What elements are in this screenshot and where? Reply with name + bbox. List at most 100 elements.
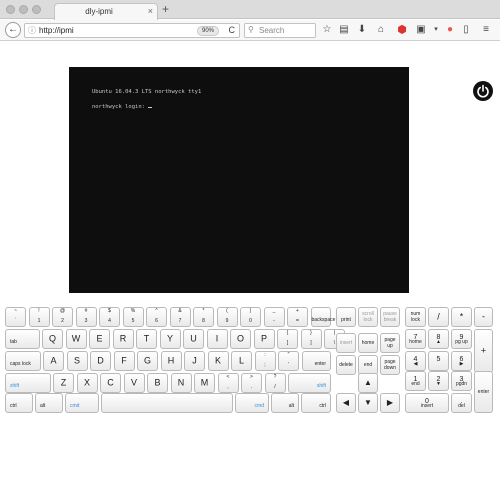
num-enter-key[interactable]: enter: [474, 371, 493, 413]
arrow-down-key[interactable]: ▼: [358, 393, 378, 413]
num-4-key[interactable]: 4 ◀: [405, 351, 426, 371]
home-key[interactable]: home: [358, 333, 378, 353]
key-t[interactable]: T: [136, 329, 157, 349]
key-s[interactable]: S: [66, 351, 88, 371]
arrow-right-key[interactable]: ▶: [380, 393, 400, 413]
num-2-key[interactable]: 2 ▼: [428, 371, 449, 391]
hamburger-menu-icon[interactable]: ≡: [480, 24, 492, 36]
alt-left-key[interactable]: alt: [35, 393, 63, 413]
num-7-key[interactable]: 7 home: [405, 329, 426, 349]
backspace-key[interactable]: backspace: [310, 307, 335, 327]
space-key[interactable]: [101, 393, 233, 413]
key-d[interactable]: D: [90, 351, 111, 371]
num-lock-key[interactable]: num lock: [405, 307, 426, 327]
key-sym-1[interactable]: >.: [241, 373, 262, 393]
page-up-key[interactable]: page up: [380, 333, 400, 353]
key-3[interactable]: #3: [75, 307, 97, 327]
color-extension-icon[interactable]: ●: [444, 24, 456, 36]
key-a[interactable]: A: [43, 351, 64, 371]
num-5-key[interactable]: 5: [428, 351, 449, 371]
search-input[interactable]: Search: [259, 26, 284, 35]
key-h[interactable]: H: [160, 351, 182, 371]
key-punct-1[interactable]: " ': [278, 351, 299, 371]
key--[interactable]: _ -: [263, 307, 285, 327]
key-p[interactable]: P: [253, 329, 275, 349]
close-window-button[interactable]: [6, 5, 15, 14]
key-`[interactable]: ~ `: [5, 307, 26, 327]
key-l[interactable]: L: [231, 351, 252, 371]
print-key[interactable]: print: [336, 307, 356, 327]
num-plus-key[interactable]: +: [474, 329, 493, 373]
key-k[interactable]: K: [207, 351, 229, 371]
close-icon[interactable]: ×: [148, 6, 153, 16]
num-0-key[interactable]: 0 insert: [405, 393, 449, 413]
delete-key[interactable]: delete: [336, 355, 356, 375]
url-bar[interactable]: ⓘ http://ipmi 90% C: [24, 23, 240, 38]
shift-left-key[interactable]: shift: [5, 373, 51, 393]
key-5[interactable]: % 5: [122, 307, 144, 327]
num-6-key[interactable]: 6 ▶: [451, 351, 472, 371]
extension-icon[interactable]: ▣: [415, 24, 427, 36]
download-icon[interactable]: ⬇: [356, 24, 368, 36]
home-icon[interactable]: ⌂: [375, 24, 387, 36]
cmd-right-key[interactable]: cmd: [235, 393, 269, 413]
minimize-window-button[interactable]: [19, 5, 28, 14]
key-bracket-1[interactable]: }]: [300, 329, 322, 349]
key-o[interactable]: O: [230, 329, 251, 349]
enter-key[interactable]: enter: [301, 351, 331, 371]
tab-key[interactable]: tab: [5, 329, 40, 349]
pause-break-key[interactable]: pause break: [380, 307, 400, 327]
key-z[interactable]: Z: [53, 373, 74, 393]
key-v[interactable]: V: [123, 373, 145, 393]
key-e[interactable]: E: [89, 329, 110, 349]
browser-tab[interactable]: dly-ipmi ×: [54, 3, 158, 20]
key-6[interactable]: ^ 6: [146, 307, 167, 327]
num-1-key[interactable]: 1 end: [405, 371, 426, 391]
key-bracket-0[interactable]: {[: [277, 329, 298, 349]
arrow-up-key[interactable]: ▲: [358, 373, 378, 393]
clipboard-icon[interactable]: ▯: [460, 24, 472, 36]
insert-key[interactable]: insert: [336, 333, 356, 353]
key-r[interactable]: R: [112, 329, 134, 349]
key-1[interactable]: ! 1: [28, 307, 50, 327]
key-i[interactable]: I: [206, 329, 228, 349]
alt-right-key[interactable]: alt: [271, 393, 299, 413]
remote-console-screen[interactable]: Ubuntu 16.04.3 LTS northwyck tty1 northw…: [69, 67, 409, 293]
zoom-window-button[interactable]: [32, 5, 41, 14]
info-icon[interactable]: ⓘ: [28, 25, 36, 36]
key-0[interactable]: ) 0: [240, 307, 261, 327]
key-sym-2[interactable]: ? /: [264, 373, 286, 393]
key-4[interactable]: $4: [99, 307, 120, 327]
num-9-key[interactable]: 9 pg up: [451, 329, 472, 349]
ctrl-left-key[interactable]: ctrl: [5, 393, 33, 413]
adblock-icon[interactable]: ⬢: [396, 24, 408, 36]
cmd-left-key[interactable]: cmd: [65, 393, 99, 413]
key-j[interactable]: J: [184, 351, 205, 371]
menu-overflow-icon[interactable]: ▾: [430, 24, 442, 36]
num-divide-key[interactable]: /: [428, 307, 449, 327]
page-down-key[interactable]: page down: [380, 355, 400, 375]
star-icon[interactable]: ☆: [321, 24, 333, 36]
arrow-left-key[interactable]: ◀: [336, 393, 356, 413]
caps-lock-key[interactable]: caps lock: [5, 351, 41, 371]
end-key[interactable]: end: [358, 355, 378, 375]
key-g[interactable]: G: [137, 351, 158, 371]
new-tab-button[interactable]: +: [162, 3, 169, 15]
key-n[interactable]: N: [170, 373, 192, 393]
key-8[interactable]: * 8: [193, 307, 214, 327]
key-=[interactable]: + =: [287, 307, 308, 327]
key-m[interactable]: M: [194, 373, 215, 393]
key-7[interactable]: & 7: [169, 307, 191, 327]
ctrl-right-key[interactable]: ctrl: [301, 393, 331, 413]
key-q[interactable]: Q: [42, 329, 63, 349]
num-8-key[interactable]: 8 ▲: [428, 329, 449, 349]
key-2[interactable]: @2: [52, 307, 73, 327]
reading-list-icon[interactable]: ▤: [338, 24, 350, 36]
num-minus-key[interactable]: -: [474, 307, 493, 327]
num-3-key[interactable]: 3 pgdn: [451, 371, 472, 391]
zoom-level-badge[interactable]: 90%: [196, 26, 219, 36]
url-text[interactable]: http://ipmi: [39, 26, 74, 35]
reload-icon[interactable]: C: [229, 25, 236, 35]
key-u[interactable]: U: [183, 329, 204, 349]
scroll-lock-key[interactable]: scroll lock: [358, 307, 378, 327]
